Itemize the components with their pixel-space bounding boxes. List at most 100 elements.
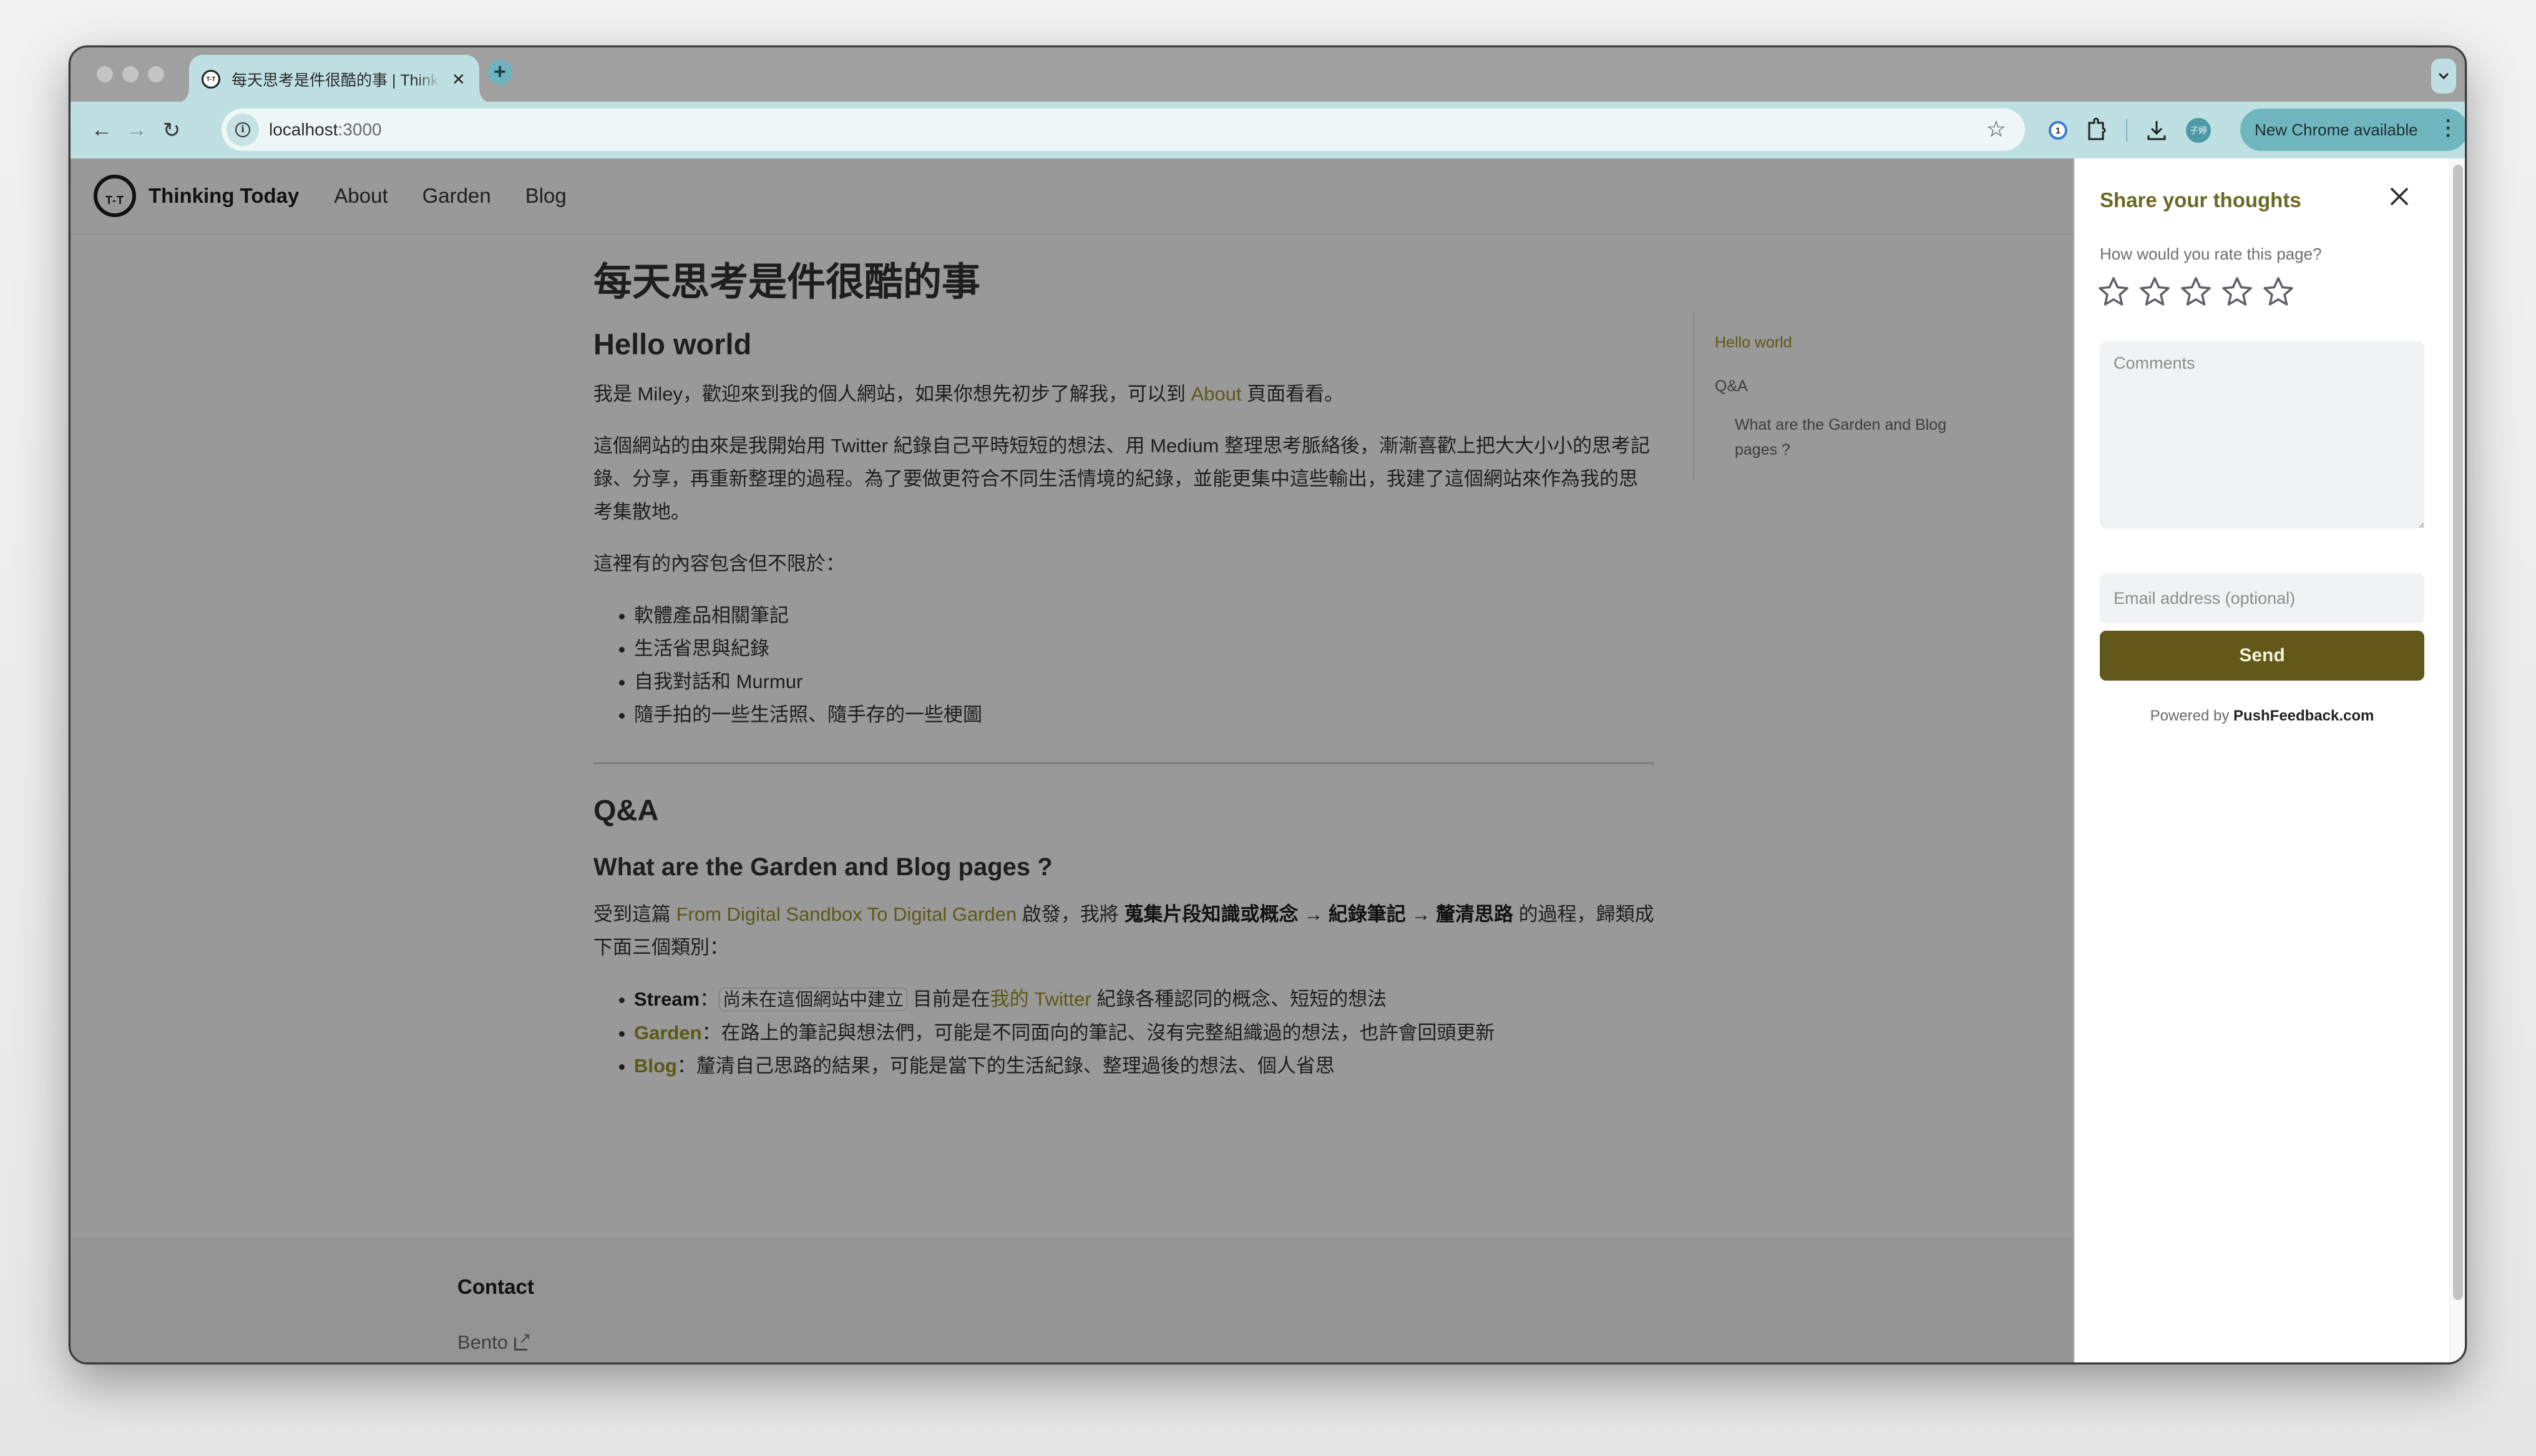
maximize-window-button[interactable] (148, 66, 164, 82)
feedback-title: Share your thoughts (2100, 188, 2301, 211)
forward-button[interactable]: → (119, 113, 154, 148)
garden-link[interactable]: Garden (634, 1022, 702, 1044)
new-tab-button[interactable]: + (487, 60, 512, 85)
nav-link-about[interactable]: About (334, 184, 388, 208)
origin-paragraph: 這個網站的由來是我開始用 Twitter 紀錄自己平時短短的想法、用 Mediu… (593, 435, 1650, 523)
download-icon (2147, 120, 2166, 140)
intro-text-end: 頁面看看。 (1241, 383, 1344, 405)
bookmark-star-icon[interactable]: ☆ (1986, 116, 2006, 142)
feedback-panel: Share your thoughts How would you rate t… (2074, 158, 2465, 1362)
blog-link[interactable]: Blog (634, 1055, 677, 1077)
tab-close-icon[interactable]: ✕ (452, 70, 466, 89)
tab-favicon-icon: T-T (202, 70, 220, 89)
footer-link-bento[interactable]: Bento (457, 1329, 531, 1354)
site-brand[interactable]: Thinking Today (149, 184, 299, 208)
arrow-right-icon: → (126, 118, 147, 142)
reload-button[interactable]: ↻ (154, 113, 189, 148)
url-text[interactable]: localhost:3000 (269, 120, 382, 140)
title-bar: T-T 每天思考是件很酷的事 | Thinking Today ✕ + (71, 47, 2465, 104)
extensions-puzzle-icon[interactable] (2086, 117, 2107, 143)
close-icon (2390, 187, 2409, 206)
star-5-button[interactable] (2262, 276, 2295, 308)
table-of-contents: Hello world Q&A What are the Garden and … (1693, 313, 1955, 480)
nav-link-garden[interactable]: Garden (422, 184, 491, 208)
page-title: 每天思考是件很酷的事 (593, 261, 981, 304)
back-button[interactable]: ← (84, 113, 119, 148)
star-4-button[interactable] (2221, 276, 2253, 308)
scrollbar-thumb[interactable] (2453, 165, 2463, 1300)
pushfeedback-link[interactable]: PushFeedback.com (2233, 707, 2374, 724)
rating-question: How would you rate this page? (2100, 245, 2322, 263)
separator: ： (700, 988, 719, 1011)
toolbar-extensions: 1 子婷 (2049, 102, 2211, 158)
minimize-window-button[interactable] (122, 66, 139, 82)
toolbar-divider (2126, 119, 2127, 142)
star-icon (2181, 277, 2211, 306)
star-icon (2263, 277, 2293, 306)
category-text: 紀錄各種認同的概念、短短的想法 (1091, 988, 1387, 1011)
email-input[interactable] (2100, 573, 2424, 623)
powered-by-prefix: Powered by (2150, 707, 2233, 724)
close-window-button[interactable] (97, 66, 113, 82)
update-button-label: New Chrome available (2255, 120, 2418, 139)
content-list: 軟體產品相關筆記 生活省思與紀錄 自我對話和 Murmur 隨手拍的一些生活照、… (593, 599, 1654, 731)
category-text: 釐清自己思路的結果，可能是當下的生活紀錄、整理過後的想法、個人省思 (696, 1055, 1335, 1077)
reload-icon: ↻ (162, 118, 181, 142)
powered-by-text: Powered by PushFeedback.com (2075, 707, 2449, 725)
send-button[interactable]: Send (2100, 631, 2424, 681)
close-feedback-button[interactable] (2389, 186, 2410, 211)
list-item: 隨手拍的一些生活照、隨手存的一些梗圖 (634, 698, 1654, 731)
site-info-button[interactable]: i (227, 114, 259, 146)
site-header: T-T Thinking Today About Garden Blog (71, 158, 2074, 235)
category-text: 在路上的筆記與想法們，可能是不同面向的筆記、沒有完整組織過的想法，也許會回頭更新 (721, 1022, 1495, 1044)
star-icon (2099, 277, 2129, 306)
intro-text: 我是 Miley，歡迎來到我的個人網站，如果你想先初步了解我，可以到 (593, 383, 1191, 405)
window-controls (97, 66, 164, 82)
active-tab[interactable]: T-T 每天思考是件很酷的事 | Thinking Today ✕ (175, 55, 493, 104)
downloads-icon[interactable] (2146, 119, 2167, 142)
profile-avatar[interactable]: 子婷 (2186, 117, 2211, 143)
external-link-icon (514, 1329, 531, 1351)
info-icon: i (235, 122, 250, 137)
category-item-garden: Garden：在路上的筆記與想法們，可能是不同面向的筆記、沒有完整組織過的想法，… (634, 1016, 1654, 1049)
category-text: 目前是在 (907, 988, 990, 1011)
separator: ： (701, 1022, 721, 1044)
category-item-stream: Stream：尚未在這個網站中建立 目前是在我的 Twitter 紀錄各種認同的… (634, 983, 1654, 1016)
star-2-button[interactable] (2139, 276, 2171, 308)
url-port: :3000 (338, 120, 382, 139)
process-bold-text: 蒐集片段知識或概念 → 紀錄筆記 → 釐清思路 (1124, 903, 1513, 926)
address-bar[interactable]: i localhost:3000 ☆ (222, 109, 2025, 151)
toc-item-qa[interactable]: Q&A (1715, 374, 1955, 399)
footer-link-label: Bento (457, 1331, 509, 1353)
arrow-left-icon: ← (91, 118, 112, 142)
star-rating (2097, 276, 2295, 308)
section-divider (593, 762, 1654, 765)
star-1-button[interactable] (2097, 276, 2130, 308)
star-icon (2140, 277, 2170, 306)
digital-garden-link[interactable]: From Digital Sandbox To Digital Garden (676, 903, 1017, 925)
url-host: localhost (269, 120, 338, 139)
category-list: Stream：尚未在這個網站中建立 目前是在我的 Twitter 紀錄各種認同的… (593, 983, 1654, 1082)
intro-paragraph: 我是 Miley，歡迎來到我的個人網站，如果你想先初步了解我，可以到 About… (593, 377, 1654, 410)
garden-paragraph: 受到這篇 From Digital Sandbox To Digital Gar… (593, 898, 1654, 964)
tab-search-button[interactable] (2431, 59, 2456, 94)
section-heading-hello-world: Hello world (593, 328, 752, 361)
password-manager-extension-icon[interactable]: 1 (2049, 120, 2067, 140)
category-item-blog: Blog：釐清自己思路的結果，可能是當下的生活紀錄、整理過後的想法、個人省思 (634, 1049, 1654, 1082)
scrollbar-track[interactable] (2449, 158, 2465, 1362)
chevron-down-icon (2438, 72, 2449, 80)
browser-toolbar: ← → ↻ i localhost:3000 ☆ 1 子婷 New Chrome… (71, 102, 2465, 158)
browser-window: T-T 每天思考是件很酷的事 | Thinking Today ✕ + ← → … (69, 46, 2467, 1364)
nav-link-blog[interactable]: Blog (525, 184, 567, 208)
about-link[interactable]: About (1191, 383, 1242, 405)
footer-contact-heading: Contact (457, 1275, 534, 1298)
comments-textarea[interactable] (2100, 341, 2424, 528)
list-intro: 這裡有的內容包含但不限於： (593, 553, 845, 575)
toc-item-hello-world[interactable]: Hello world (1715, 330, 1955, 355)
new-chrome-available-button[interactable]: New Chrome available · · · (2240, 109, 2465, 151)
toc-item-garden-blog[interactable]: What are the Garden and Blog pages ? (1715, 412, 1955, 462)
site-logo-icon[interactable]: T-T (94, 175, 136, 217)
article: 每天思考是件很酷的事 Hello world 我是 Miley，歡迎來到我的個人… (593, 258, 1654, 1082)
twitter-link[interactable]: 我的 Twitter (990, 988, 1091, 1010)
star-3-button[interactable] (2180, 276, 2212, 308)
